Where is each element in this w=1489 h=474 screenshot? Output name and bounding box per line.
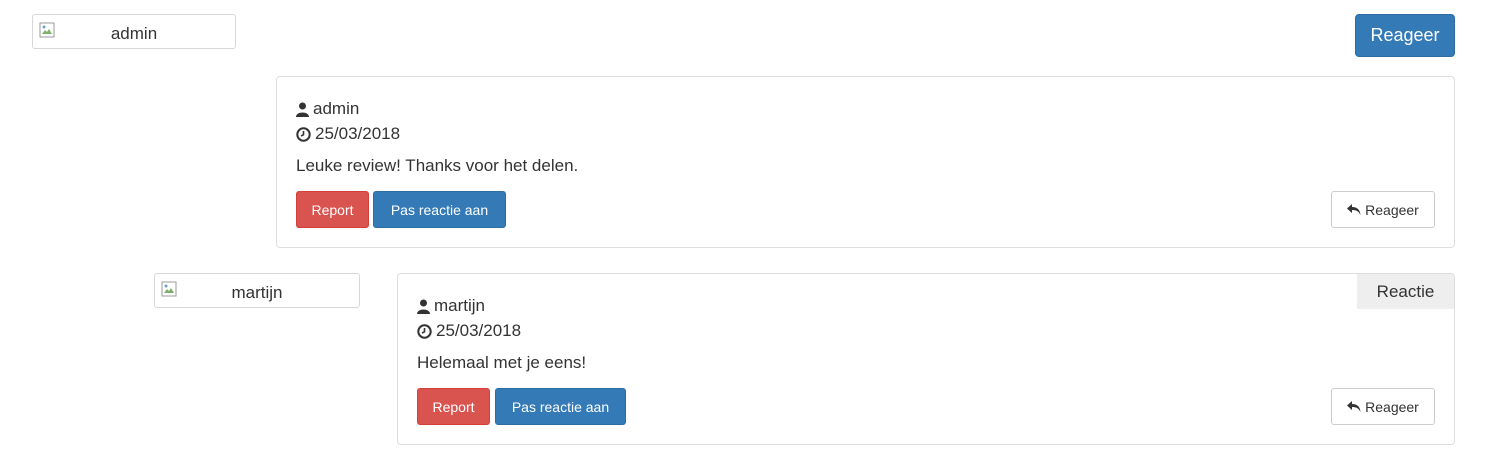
martijn-avatar: martijn bbox=[154, 273, 360, 308]
admin-avatar: admin bbox=[32, 14, 236, 49]
comment-card: admin 25/03/2018 Leuke review! Thanks vo… bbox=[276, 76, 1455, 248]
avatar-alt-text: admin bbox=[110, 24, 158, 43]
edit-comment-button[interactable]: Pas reactie aan bbox=[373, 191, 506, 228]
comment-date-text: 25/03/2018 bbox=[315, 124, 401, 143]
clock-icon bbox=[417, 323, 432, 339]
reply-icon bbox=[1347, 203, 1361, 215]
clock-icon bbox=[296, 126, 311, 142]
comment-date-text: 25/03/2018 bbox=[436, 321, 522, 340]
report-button[interactable]: Report bbox=[417, 388, 490, 425]
reply-button[interactable]: Reageer bbox=[1331, 388, 1435, 425]
reply-badge: Reactie bbox=[1357, 274, 1454, 309]
comment-body: Leuke review! Thanks voor het delen. bbox=[296, 156, 579, 175]
reply-button[interactable]: Reageer bbox=[1331, 191, 1435, 228]
comment-date: 25/03/2018 bbox=[296, 124, 400, 144]
comment-date: 25/03/2018 bbox=[417, 321, 521, 341]
reply-comment-card: Reactie martijn 25/03/2018 Helemaal met … bbox=[397, 273, 1455, 445]
avatar-alt-text: martijn bbox=[231, 283, 283, 302]
user-icon bbox=[417, 299, 430, 314]
reply-button-label: Reageer bbox=[1365, 398, 1419, 415]
reply-icon bbox=[1347, 400, 1361, 412]
edit-comment-button[interactable]: Pas reactie aan bbox=[495, 388, 626, 425]
comments-page: admin Reageer admin 25/03/2018 Leuke rev… bbox=[0, 0, 1489, 474]
comment-username: martijn bbox=[434, 296, 486, 315]
reply-button-label: Reageer bbox=[1365, 201, 1419, 218]
comment-body: Helemaal met je eens! bbox=[417, 353, 587, 372]
report-button[interactable]: Report bbox=[296, 191, 369, 228]
comment-author: martijn bbox=[417, 296, 485, 316]
comment-author: admin bbox=[296, 99, 359, 119]
comment-username: admin bbox=[313, 99, 360, 118]
user-icon bbox=[296, 102, 309, 117]
reply-button-main[interactable]: Reageer bbox=[1355, 14, 1455, 57]
